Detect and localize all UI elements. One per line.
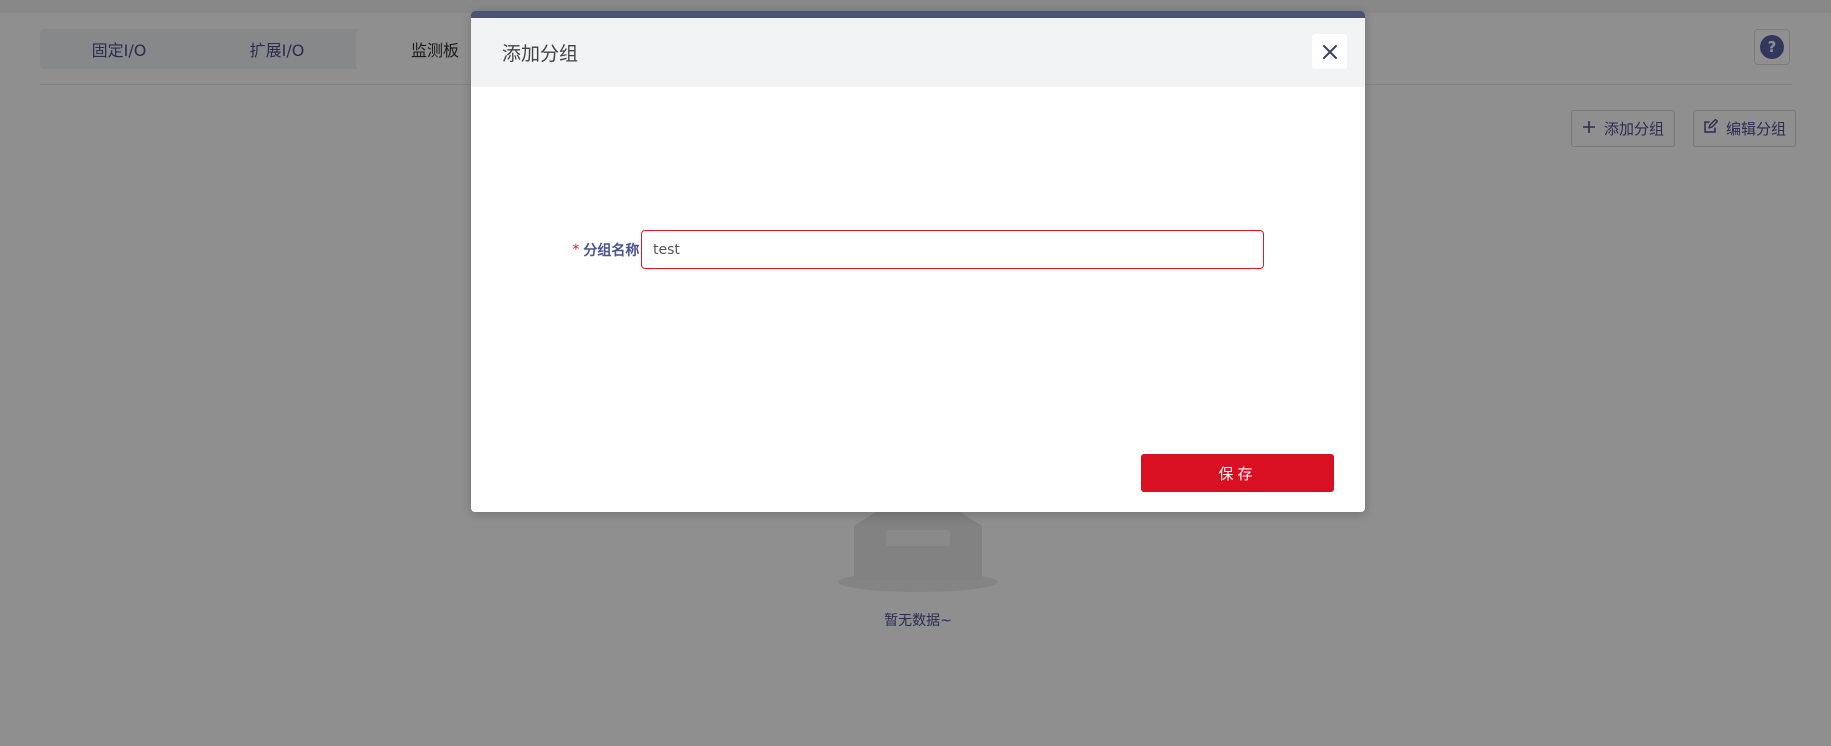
dialog-top-strip <box>471 11 1365 18</box>
group-name-input[interactable] <box>641 230 1264 269</box>
dialog-title: 添加分组 <box>502 43 579 65</box>
group-name-label: * 分组名称: <box>549 230 645 270</box>
required-mark: * <box>572 242 580 258</box>
close-icon <box>1322 44 1337 59</box>
group-name-label-text: 分组名称: <box>583 243 645 259</box>
dialog-header: 添加分组 <box>471 18 1365 87</box>
save-button[interactable]: 保存 <box>1141 454 1334 492</box>
add-group-dialog: 添加分组 * 分组名称: 保存 <box>471 11 1365 512</box>
dialog-close-button[interactable] <box>1312 34 1347 69</box>
group-name-row: * 分组名称: <box>471 230 1365 270</box>
